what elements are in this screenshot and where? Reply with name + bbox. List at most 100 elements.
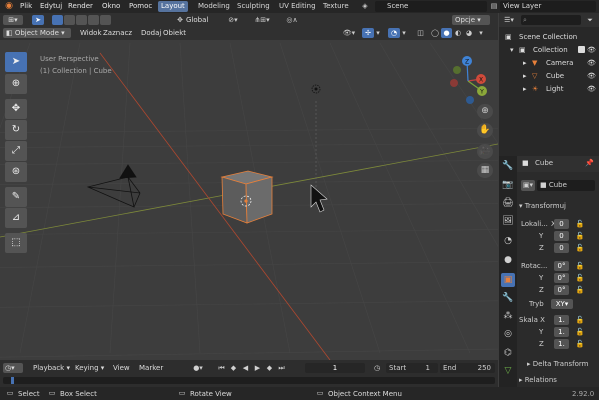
tool-measure[interactable]: ⊿	[5, 208, 27, 228]
rotation-y-field[interactable]: 0°	[554, 273, 569, 283]
light-object[interactable]	[311, 84, 321, 94]
location-z-field[interactable]: 0	[554, 243, 569, 253]
menu-help[interactable]: Pomoc	[129, 2, 152, 11]
prev-keyframe-icon[interactable]: ◆	[229, 363, 238, 373]
collection-visibility-icon[interactable]: 👁	[587, 44, 596, 56]
tab-data-icon[interactable]: ▽	[501, 364, 515, 378]
timeline-editor-type[interactable]: ◷▾	[3, 363, 23, 373]
tool-annotate[interactable]: ✎	[5, 187, 27, 207]
scale-x-field[interactable]: 1.	[554, 315, 569, 325]
lock-rotation-x-icon[interactable]: 🔓	[575, 261, 585, 271]
scene-field[interactable]: Scene	[375, 1, 487, 12]
select-mode-extend[interactable]	[64, 15, 75, 25]
rotation-z-field[interactable]: 0°	[554, 285, 569, 295]
object-name-field[interactable]: ■ Cube	[537, 180, 595, 191]
timeline-scrubber[interactable]	[3, 377, 495, 384]
tab-world-icon[interactable]: ●	[501, 253, 515, 267]
expand-light-icon[interactable]: ▸	[523, 83, 527, 95]
shading-wireframe-icon[interactable]: ◯	[430, 28, 440, 38]
pan-view-icon[interactable]: ✋	[477, 123, 493, 138]
options-dropdown[interactable]: Opcje ▾	[452, 15, 490, 25]
shading-rendered-icon[interactable]: ◕	[464, 28, 474, 38]
gizmo-dropdown-icon[interactable]: ▾	[375, 28, 381, 38]
lock-scale-z-icon[interactable]: 🔓	[575, 339, 585, 349]
menu-view[interactable]: Widok	[80, 28, 102, 38]
collection-checkbox[interactable]	[578, 46, 585, 53]
zoom-view-icon[interactable]: ⊕	[477, 104, 493, 119]
tab-layout[interactable]: Layout	[158, 1, 188, 12]
transform-panel-header[interactable]: ▾ Transformuj	[519, 201, 566, 211]
navigation-gizmo[interactable]: X Y Z	[444, 54, 494, 110]
light-visibility-icon[interactable]: 👁	[587, 83, 596, 95]
tool-rotate[interactable]: ↻	[5, 120, 27, 140]
editor-type-button[interactable]: ⊞▾	[3, 15, 23, 25]
relations-header[interactable]: ▸ Relations	[519, 375, 557, 385]
rotation-mode-dropdown[interactable]: XY▾	[551, 299, 573, 309]
collection-expand-icon[interactable]: ▾	[510, 44, 514, 56]
overlays-dropdown-icon[interactable]: ▾	[401, 28, 407, 38]
shading-solid-icon[interactable]: ●	[441, 28, 452, 38]
select-mode-invert[interactable]	[88, 15, 99, 25]
tab-render-icon[interactable]: 📷	[501, 178, 515, 192]
menu-window[interactable]: Okno	[102, 2, 120, 11]
outliner-filter-icon[interactable]: ⏷	[585, 15, 595, 25]
camera-object[interactable]	[86, 164, 141, 208]
outliner-item-cube[interactable]: ▸ ▽ Cube 👁	[499, 70, 599, 82]
pivot-icon[interactable]: ⊘▾	[223, 15, 243, 25]
view-layer-icon[interactable]: ▤	[488, 1, 500, 12]
select-mode-intersect[interactable]	[100, 15, 111, 25]
tab-modeling[interactable]: Modeling	[195, 1, 233, 12]
tab-uv-editing[interactable]: UV Editing	[276, 1, 319, 12]
overlays-toggle-icon[interactable]: ◔	[388, 28, 400, 38]
menu-select[interactable]: Zaznacz	[103, 28, 132, 38]
menu-add[interactable]: Dodaj	[141, 28, 161, 38]
jump-end-icon[interactable]: ⏭	[277, 363, 286, 373]
tab-modifier-icon[interactable]: 🔧	[501, 291, 515, 305]
menu-keying[interactable]: Keying ▾	[75, 363, 104, 373]
tool-cursor[interactable]: ⊕	[5, 74, 27, 94]
proportional-edit-icon[interactable]: ◎∧	[281, 15, 303, 25]
location-y-field[interactable]: 0	[554, 231, 569, 241]
pin-icon[interactable]: 📌	[585, 159, 594, 167]
scale-y-field[interactable]: 1.	[554, 327, 569, 337]
cube-visibility-icon[interactable]: 👁	[587, 70, 596, 82]
delta-transform-header[interactable]: ▸ Delta Transform	[527, 359, 588, 369]
start-frame-field[interactable]: Start 1	[386, 363, 438, 373]
lock-scale-x-icon[interactable]: 🔓	[575, 315, 585, 325]
blender-logo-icon[interactable]: ◉	[4, 1, 14, 12]
xray-toggle-icon[interactable]: ◫	[415, 28, 426, 38]
lock-location-y-icon[interactable]: 🔓	[575, 231, 585, 241]
location-x-field[interactable]: 0	[554, 219, 569, 229]
menu-file[interactable]: Plik	[20, 2, 32, 11]
current-frame-field[interactable]: 1	[305, 363, 365, 373]
ortho-toggle-icon[interactable]: ▦	[477, 163, 493, 178]
transform-orientation-dropdown[interactable]: Global	[186, 15, 216, 25]
camera-visibility-icon[interactable]: 👁	[587, 57, 596, 69]
lock-rotation-z-icon[interactable]: 🔓	[575, 285, 585, 295]
select-mode-new[interactable]	[52, 15, 63, 25]
object-data-selector[interactable]: ▣▾	[521, 180, 535, 191]
lock-location-z-icon[interactable]: 🔓	[575, 243, 585, 253]
tab-tool-icon[interactable]: 🔧	[501, 159, 515, 173]
expand-camera-icon[interactable]: ▸	[523, 57, 527, 69]
menu-object[interactable]: Obiekt	[163, 28, 186, 38]
viewport-3d[interactable]: ⊞▾ ➤ ✥ Global ⊘▾ ⋔⊞▾ ◎∧ Opcje ▾ ◧ Object…	[0, 13, 498, 360]
menu-timeline-view[interactable]: View	[113, 363, 130, 373]
view-layer-field[interactable]: View Layer	[500, 1, 596, 12]
outliner-scene-collection[interactable]: ▣ Scene Collection	[499, 31, 599, 43]
tab-physics-icon[interactable]: ◎	[501, 327, 515, 341]
scene-icon[interactable]: ◈	[358, 1, 372, 12]
tool-transform[interactable]: ⊛	[5, 162, 27, 182]
jump-start-icon[interactable]: ⏮	[217, 363, 226, 373]
menu-marker[interactable]: Marker	[139, 363, 163, 373]
play-icon[interactable]: ▶	[253, 363, 262, 373]
timeline-playhead[interactable]	[11, 377, 14, 384]
tool-select-box[interactable]: ➤	[5, 52, 27, 72]
menu-render[interactable]: Render	[68, 2, 93, 11]
cube-object[interactable]	[220, 170, 274, 224]
snap-icon[interactable]: ⋔⊞▾	[250, 15, 274, 25]
tab-sculpting[interactable]: Sculpting	[234, 1, 273, 12]
camera-view-icon[interactable]: 🎥	[477, 144, 493, 159]
gizmo-toggle-icon[interactable]: ✢	[362, 28, 374, 38]
outliner-editor-icon[interactable]: ☰▾	[502, 15, 516, 25]
